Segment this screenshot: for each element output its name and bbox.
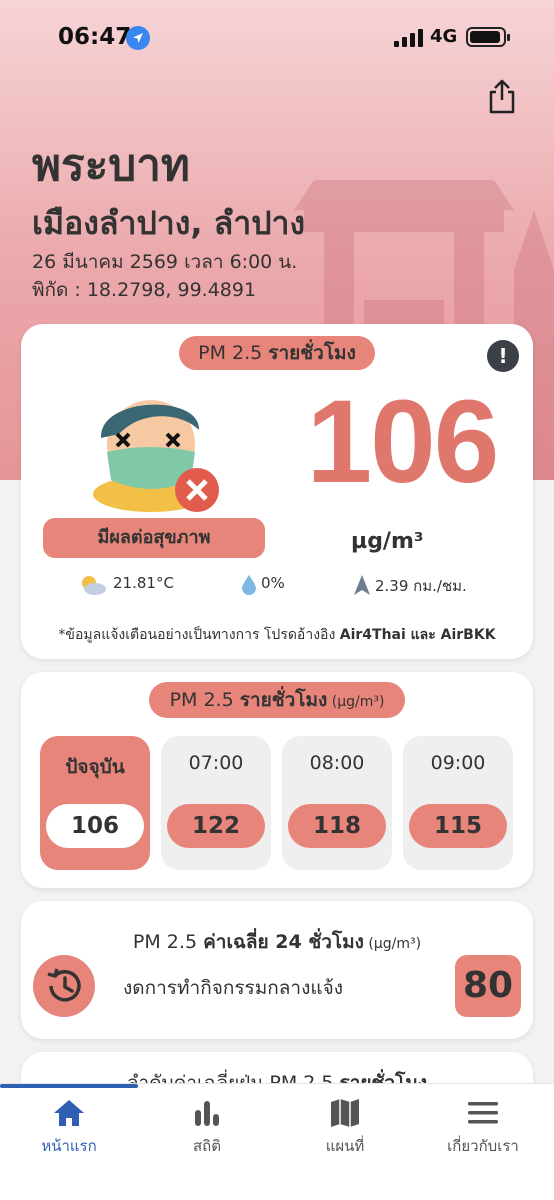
active-tab-indicator bbox=[0, 1084, 138, 1088]
tab-label: แผนที่ bbox=[325, 1137, 365, 1155]
hour-cell-0700[interactable]: 07:00 122 bbox=[161, 736, 271, 870]
hourly-pill: PM 2.5 รายชั่วโมง (µg/m³) bbox=[149, 682, 405, 718]
location-coordinates: พิกัด : 18.2798, 99.4891 bbox=[32, 279, 257, 301]
rain-chance: 0% bbox=[261, 574, 285, 592]
hour-value: 106 bbox=[46, 804, 144, 848]
history-icon bbox=[33, 955, 95, 1017]
average-value: 80 bbox=[455, 955, 521, 1017]
official-data-note: *ข้อมูลแจ้งเตือนอย่างเป็นทางการ โปรดอ้าง… bbox=[58, 627, 496, 643]
hour-label: 09:00 bbox=[430, 752, 486, 774]
current-pm25-pill: PM 2.5 รายชั่วโมง bbox=[179, 336, 375, 370]
tab-about[interactable]: เกี่ยวกับเรา bbox=[414, 1098, 552, 1162]
tab-statistics[interactable]: สถิติ bbox=[138, 1098, 276, 1162]
tab-map[interactable]: แผนที่ bbox=[276, 1098, 414, 1162]
location-name: พระบาท bbox=[32, 140, 190, 191]
hour-value: 115 bbox=[409, 804, 507, 848]
location-arrow-icon bbox=[126, 26, 150, 50]
hour-value: 122 bbox=[167, 804, 265, 848]
hour-cell-current[interactable]: ปัจจุบัน 106 bbox=[40, 736, 150, 870]
average-title: PM 2.5 ค่าเฉลี่ย 24 ชั่วโมง (µg/m³) bbox=[132, 931, 422, 953]
location-district: เมืองลำปาง, ลำปาง bbox=[32, 204, 306, 242]
location-date: 26 มีนาคม 2569 เวลา 6:00 น. bbox=[32, 251, 298, 273]
menu-icon bbox=[468, 1102, 498, 1124]
hour-cell-0800[interactable]: 08:00 118 bbox=[282, 736, 392, 870]
hour-value: 118 bbox=[288, 804, 386, 848]
wind-speed: 2.39 กม./ชม. bbox=[375, 577, 467, 595]
partly-cloudy-icon bbox=[82, 576, 106, 595]
tab-home[interactable]: หน้าแรก bbox=[0, 1098, 138, 1162]
status-bar: 06:47 4G bbox=[0, 0, 554, 76]
tab-label: สถิติ bbox=[193, 1137, 221, 1155]
hour-label: 07:00 bbox=[188, 752, 244, 774]
signal-icon bbox=[394, 29, 423, 47]
hour-cell-0900[interactable]: 09:00 115 bbox=[403, 736, 513, 870]
hour-label: 08:00 bbox=[309, 752, 365, 774]
wind-direction-icon bbox=[354, 575, 370, 595]
rain-drop-icon bbox=[242, 575, 256, 595]
current-pm25-card: PM 2.5 รายชั่วโมง ! มีผลต่อสุขภาพ 106 µg… bbox=[21, 324, 533, 659]
tab-label: เกี่ยวกับเรา bbox=[447, 1137, 519, 1155]
hourly-forecast-card: PM 2.5 รายชั่วโมง (µg/m³) ปัจจุบัน 106 0… bbox=[21, 672, 533, 888]
clock: 06:47 bbox=[58, 24, 132, 50]
average-24h-card: PM 2.5 ค่าเฉลี่ย 24 ชั่วโมง (µg/m³) งดกา… bbox=[21, 901, 533, 1039]
share-icon[interactable] bbox=[486, 78, 518, 114]
tab-label: หน้าแรก bbox=[41, 1137, 97, 1155]
average-advice: งดการทำกิจกรรมกลางแจ้ง bbox=[123, 977, 344, 999]
hour-label: ปัจจุบัน bbox=[65, 756, 125, 778]
home-icon bbox=[54, 1100, 84, 1126]
map-icon bbox=[331, 1099, 359, 1127]
current-pm25-unit: µg/m³ bbox=[351, 529, 424, 554]
battery-icon bbox=[466, 27, 510, 47]
current-pm25-value: 106 bbox=[306, 376, 500, 508]
bottom-tab-bar: หน้าแรก สถิติ แผนที่ เกี่ยวกับเรา bbox=[0, 1083, 554, 1200]
info-button[interactable]: ! bbox=[487, 340, 519, 372]
network-type: 4G bbox=[430, 26, 458, 47]
temperature: 21.81°C bbox=[113, 574, 174, 592]
mask-face-icon bbox=[93, 400, 219, 512]
bar-chart-icon bbox=[195, 1101, 219, 1126]
health-status-badge: มีผลต่อสุขภาพ bbox=[43, 518, 265, 558]
